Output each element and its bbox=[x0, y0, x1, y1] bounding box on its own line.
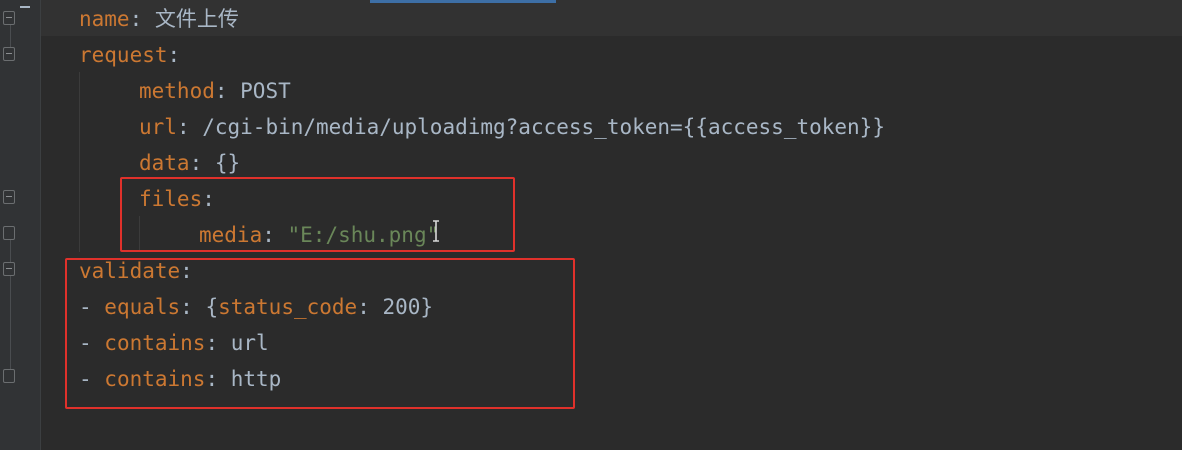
yaml-separator: : bbox=[189, 151, 215, 175]
text-cursor-icon bbox=[433, 220, 439, 242]
fold-marker-icon[interactable] bbox=[3, 190, 15, 204]
fold-marker-icon[interactable] bbox=[3, 11, 15, 25]
yaml-separator: : bbox=[167, 43, 181, 67]
annotation-box-validate bbox=[65, 258, 575, 409]
yaml-key: name bbox=[79, 7, 130, 31]
yaml-key: data bbox=[139, 151, 190, 175]
code-line[interactable]: data: {} bbox=[139, 145, 240, 181]
yaml-key: request bbox=[79, 43, 168, 67]
yaml-value: 文件上传 bbox=[154, 7, 239, 31]
yaml-value: /cgi-bin/media/uploadimg?access_token={{… bbox=[202, 115, 885, 139]
yaml-value: POST bbox=[240, 79, 291, 103]
yaml-key: method bbox=[139, 79, 215, 103]
fold-marker-icon[interactable] bbox=[3, 47, 15, 61]
annotation-box-files bbox=[120, 177, 515, 252]
fold-end-icon[interactable] bbox=[3, 369, 15, 383]
code-line[interactable]: name: 文件上传 bbox=[79, 1, 239, 37]
editor-gutter bbox=[0, 0, 41, 450]
yaml-separator: : bbox=[214, 79, 241, 103]
fold-end-icon[interactable] bbox=[3, 226, 15, 240]
gutter-collapse-dash[interactable] bbox=[20, 6, 30, 8]
yaml-value: {} bbox=[214, 151, 241, 175]
yaml-key: url bbox=[139, 115, 177, 139]
indent-guide bbox=[79, 72, 80, 252]
code-line[interactable]: request: bbox=[79, 37, 180, 73]
yaml-separator: : bbox=[176, 115, 203, 139]
selection-marker bbox=[370, 0, 556, 3]
fold-marker-icon[interactable] bbox=[3, 262, 15, 276]
fold-guide bbox=[10, 230, 11, 380]
code-line[interactable]: url: /cgi-bin/media/uploadimg?access_tok… bbox=[139, 109, 885, 145]
code-line[interactable]: method: POST bbox=[139, 73, 291, 109]
yaml-separator: : bbox=[129, 7, 155, 31]
